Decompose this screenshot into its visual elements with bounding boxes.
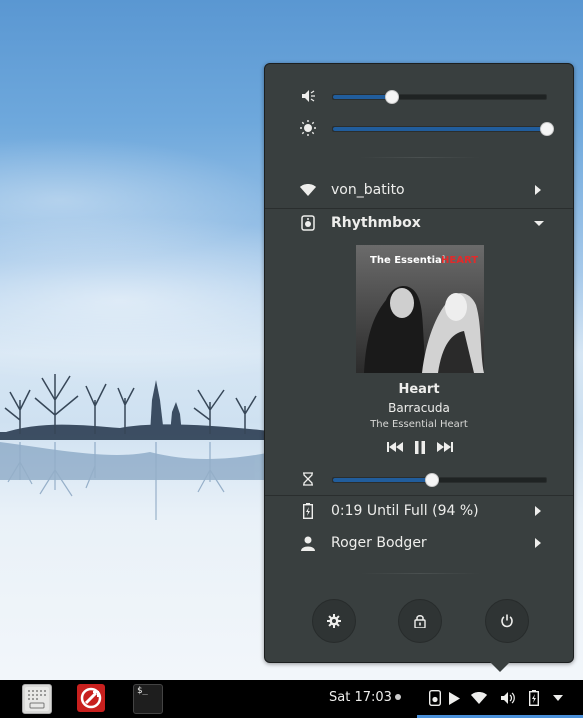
user-icon [299, 534, 317, 552]
chevron-down-icon [534, 221, 544, 226]
power-icon [501, 614, 513, 628]
app-icon-red [80, 687, 102, 709]
brightness-row [265, 118, 573, 138]
track-progress-row [265, 469, 573, 489]
tray-battery[interactable] [528, 689, 540, 707]
user-name-label: Roger Bodger [331, 535, 427, 551]
tray-menu-toggle[interactable] [551, 689, 565, 707]
chevron-right-icon [535, 538, 541, 548]
hourglass-icon [299, 470, 317, 488]
wifi-row[interactable]: von_batito [265, 178, 573, 202]
media-player-name: Rhythmbox [331, 215, 421, 231]
battery-row[interactable]: 0:19 Until Full (94 %) [265, 499, 573, 523]
track-progress-handle[interactable] [424, 473, 439, 487]
play-icon [448, 691, 460, 705]
volume-slider-handle[interactable] [384, 90, 399, 104]
track-album: The Essential Heart [370, 419, 468, 430]
battery-charging-icon [299, 502, 317, 520]
power-button[interactable] [485, 599, 529, 643]
volume-slider[interactable] [332, 90, 547, 104]
media-player-header[interactable]: Rhythmbox [265, 211, 573, 235]
chevron-right-icon [535, 506, 541, 516]
media-player-icon [429, 690, 441, 706]
notification-dot [395, 694, 401, 700]
terminal-icon: $_ [137, 686, 148, 696]
volume-icon [501, 692, 515, 704]
separator [360, 157, 480, 158]
lock-button[interactable] [398, 599, 442, 643]
chevron-right-icon [535, 185, 541, 195]
volume-slider-fill [333, 95, 391, 99]
launcher-terminal[interactable]: $_ [133, 684, 163, 714]
media-controls [387, 439, 453, 455]
file-manager-icon [25, 687, 49, 711]
album-art-title-text: The Essential [370, 255, 445, 266]
wifi-icon [471, 692, 487, 704]
brightness-slider[interactable] [332, 122, 554, 136]
launcher-file-manager[interactable] [22, 684, 52, 714]
wifi-network-label: von_batito [331, 182, 405, 198]
settings-icon [327, 614, 341, 628]
separator [265, 495, 573, 496]
track-progress-fill [333, 478, 431, 482]
battery-charging-icon [529, 690, 539, 706]
clock[interactable]: Sat 17:03 [329, 690, 392, 705]
menu-pointer [489, 661, 511, 672]
brightness-icon [299, 119, 317, 137]
track-title: Barracuda [388, 401, 450, 415]
volume-row [265, 86, 573, 106]
previous-track-icon[interactable] [387, 442, 403, 452]
user-row[interactable]: Roger Bodger [265, 531, 573, 555]
wifi-icon [299, 181, 317, 199]
tray-wifi[interactable] [470, 689, 488, 707]
album-art-band-text: HEART [441, 255, 478, 266]
separator [265, 208, 573, 209]
pause-icon[interactable] [414, 440, 426, 454]
album-art: The Essential HEART [356, 245, 484, 373]
system-menu: von_batito Rhythmbox The Essential HEART… [264, 63, 574, 663]
tray-media-player[interactable] [428, 689, 442, 707]
tray-play[interactable] [448, 689, 460, 707]
track-artist: Heart [398, 382, 440, 397]
launcher-app-red[interactable] [77, 684, 105, 712]
media-player-icon [299, 214, 317, 232]
speaker-muted-icon[interactable] [299, 87, 317, 105]
battery-status-label: 0:19 Until Full (94 %) [331, 503, 479, 519]
dropdown-arrow-icon [553, 695, 563, 701]
tray-volume[interactable] [499, 689, 517, 707]
brightness-slider-fill [333, 127, 546, 131]
track-progress-slider[interactable] [332, 473, 547, 487]
next-track-icon[interactable] [437, 442, 453, 452]
separator [360, 573, 480, 574]
lock-icon [414, 615, 426, 628]
settings-button[interactable] [312, 599, 356, 643]
brightness-slider-handle[interactable] [540, 122, 554, 136]
